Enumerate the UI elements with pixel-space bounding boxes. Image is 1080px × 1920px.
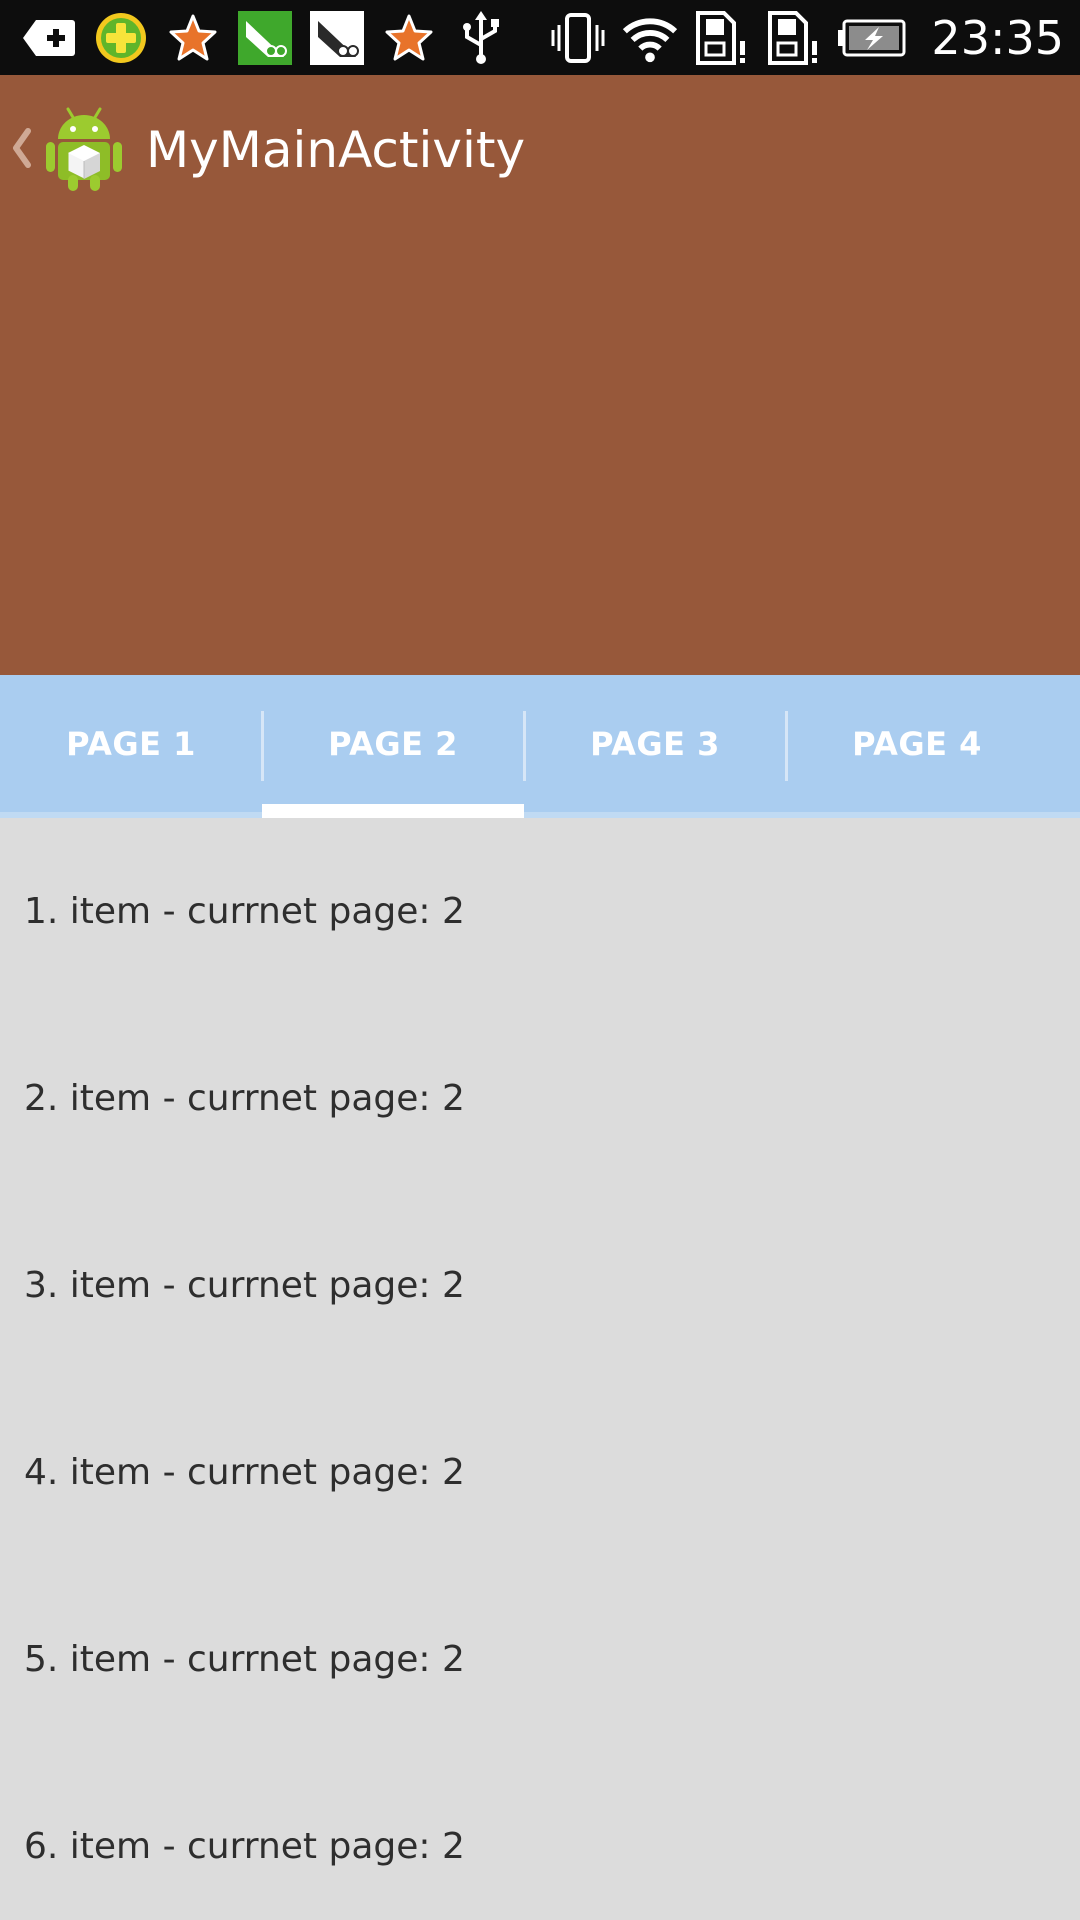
notification-icons xyxy=(20,0,524,75)
white-app-icon xyxy=(308,9,366,67)
list-item-text: 4. item - currnet page: 2 xyxy=(24,1452,465,1493)
sd-card-warning-icon xyxy=(765,9,823,67)
back-plus-icon xyxy=(20,9,78,67)
list-item[interactable]: 5. item - currnet page: 2 xyxy=(0,1566,1080,1753)
list-item[interactable]: 2. item - currnet page: 2 xyxy=(0,1005,1080,1192)
green-app-icon xyxy=(236,9,294,67)
item-list[interactable]: 1. item - currnet page: 2 2. item - curr… xyxy=(0,818,1080,1920)
tab-label: PAGE 3 xyxy=(590,724,720,763)
tab-page-4[interactable]: PAGE 4 xyxy=(786,675,1048,812)
status-time: 23:35 xyxy=(931,10,1064,65)
sd-card-warning-icon xyxy=(693,9,751,67)
tab-page-3[interactable]: PAGE 3 xyxy=(524,675,786,812)
tab-strip: PAGE 1 PAGE 2 PAGE 3 PAGE 4 xyxy=(0,675,1080,818)
star-notification-icon xyxy=(380,9,438,67)
tab-label: PAGE 2 xyxy=(328,724,458,763)
360-security-icon xyxy=(92,9,150,67)
tab-label: PAGE 4 xyxy=(852,724,982,763)
vibrate-icon xyxy=(549,9,607,67)
list-item-text: 1. item - currnet page: 2 xyxy=(24,891,465,932)
battery-charging-icon xyxy=(837,9,907,67)
list-item-text: 2. item - currnet page: 2 xyxy=(24,1078,465,1119)
list-item-text: 3. item - currnet page: 2 xyxy=(24,1265,465,1306)
list-item[interactable]: 4. item - currnet page: 2 xyxy=(0,1379,1080,1566)
usb-icon xyxy=(452,9,510,67)
tab-label: PAGE 1 xyxy=(66,724,196,763)
status-bar: 23:35 xyxy=(0,0,1080,75)
header-area: MyMainActivity xyxy=(0,75,1080,675)
action-bar: MyMainActivity xyxy=(0,75,1080,223)
app-title: MyMainActivity xyxy=(146,121,526,179)
list-item[interactable]: 6. item - currnet page: 2 xyxy=(0,1753,1080,1920)
up-navigation-icon[interactable] xyxy=(8,123,36,173)
tab-page-1[interactable]: PAGE 1 xyxy=(0,675,262,812)
list-item[interactable]: 3. item - currnet page: 2 xyxy=(0,1192,1080,1379)
tab-page-2[interactable]: PAGE 2 xyxy=(262,675,524,818)
list-item-text: 6. item - currnet page: 2 xyxy=(24,1826,465,1867)
star-notification-icon xyxy=(164,9,222,67)
system-icons: 23:35 xyxy=(549,0,1064,75)
android-app-icon[interactable] xyxy=(44,105,124,193)
list-item[interactable]: 1. item - currnet page: 2 xyxy=(0,818,1080,1005)
wifi-icon xyxy=(621,9,679,67)
list-item-text: 5. item - currnet page: 2 xyxy=(24,1639,465,1680)
